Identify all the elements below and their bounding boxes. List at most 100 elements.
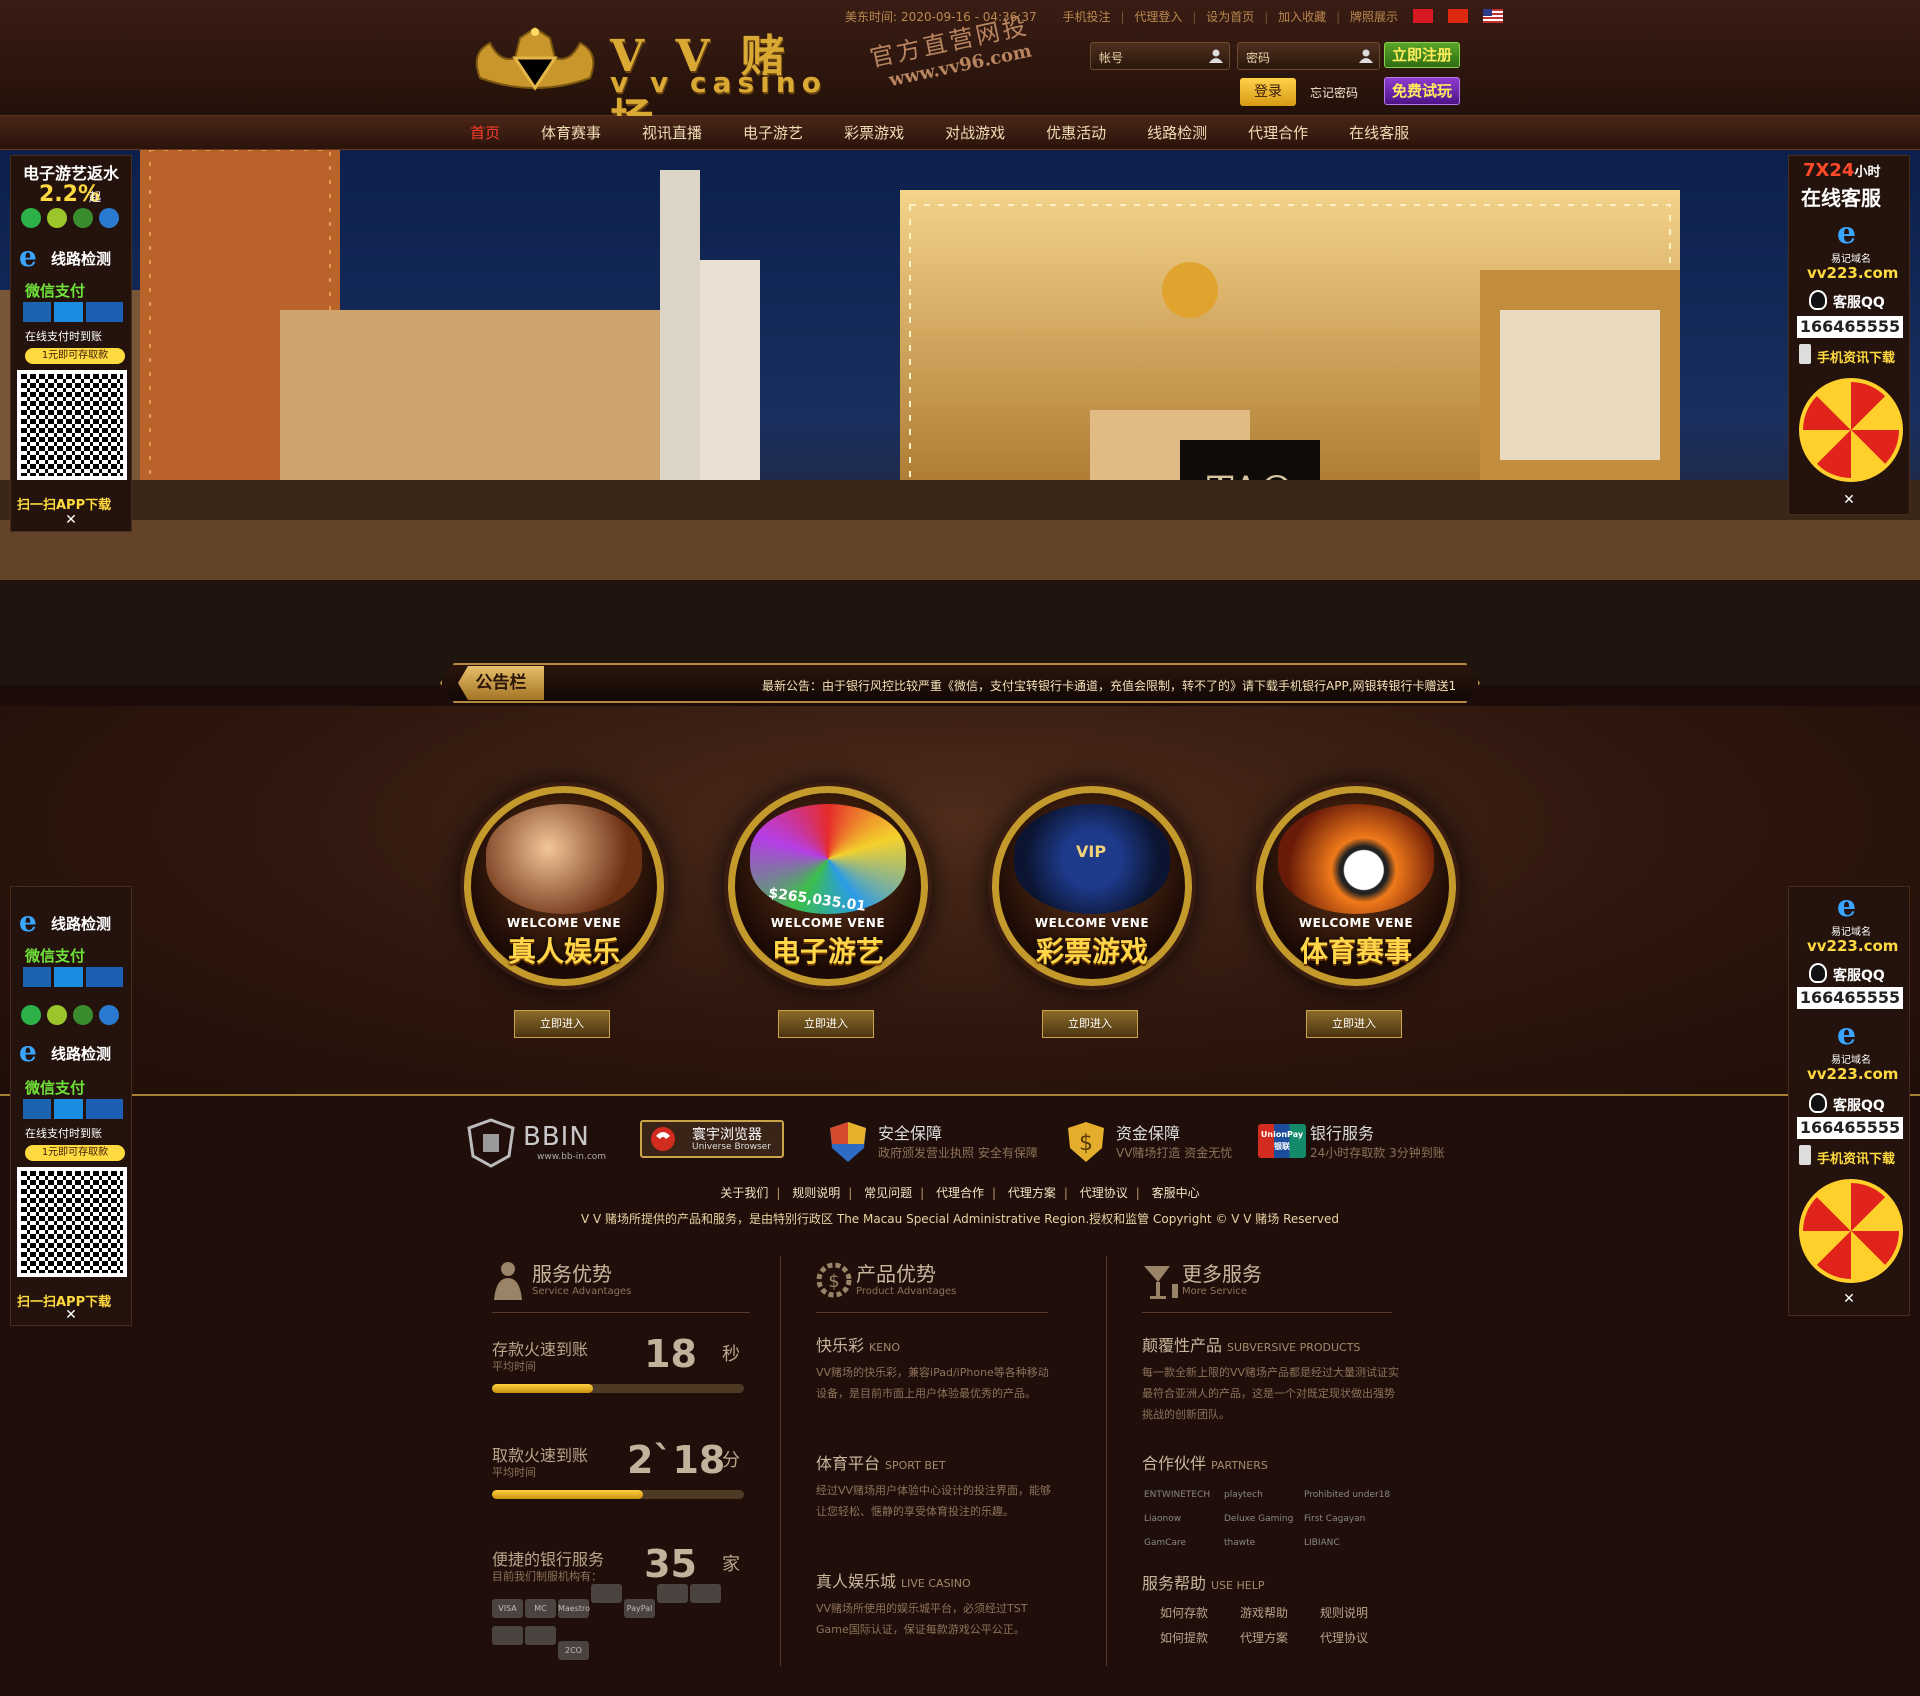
site-domain-link[interactable]: e 易记域名 vv223.com bbox=[1801, 1017, 1901, 1087]
footer-link-agent[interactable]: 代理合作 bbox=[936, 1186, 984, 1200]
wechat-pay-label[interactable]: 微信支付 bbox=[25, 280, 85, 301]
subversive-products: 颠覆性产品 SUBVERSIVE PRODUCTS 每一款全新上限的VV赌场产品都… bbox=[1142, 1332, 1402, 1425]
universe-browser-logo[interactable]: 寰宇浏览器 Universe Browser bbox=[640, 1120, 784, 1158]
nav-item-sports[interactable]: 体育赛事 bbox=[541, 116, 601, 152]
copyright-text: V V 赌场所提供的产品和服务，是由特别行政区 The Macau Specia… bbox=[581, 1212, 1339, 1226]
nav-item-support[interactable]: 在线客服 bbox=[1349, 116, 1409, 152]
gear-dollar-icon: $ bbox=[816, 1262, 852, 1298]
mobile-download-link[interactable]: 手机资讯下载 bbox=[1799, 344, 1905, 366]
qq-penguin-icon bbox=[1809, 963, 1827, 983]
game-card-live[interactable]: WELCOME VENE 真人娱乐 bbox=[464, 786, 664, 986]
login-button[interactable]: 登录 bbox=[1240, 78, 1296, 106]
online-support-title: 在线客服 bbox=[1801, 186, 1881, 210]
game-title: 彩票游戏 bbox=[1035, 935, 1148, 968]
nav-item-home[interactable]: 首页 bbox=[470, 116, 501, 152]
enter-button-lottery[interactable]: 立即进入 bbox=[1042, 1010, 1138, 1038]
forgot-password-link[interactable]: 忘记密码 bbox=[1310, 84, 1358, 101]
wechat-pay-label[interactable]: 微信支付 bbox=[25, 1077, 85, 1098]
feature-desc: 政府颁发营业执照 安全有保障 bbox=[878, 1146, 1038, 1160]
free-trial-button[interactable]: 免费试玩 bbox=[1384, 77, 1460, 105]
enter-button-sports[interactable]: 立即进入 bbox=[1306, 1010, 1402, 1038]
hk-flag-icon[interactable] bbox=[1412, 9, 1433, 23]
nav-item-lottery[interactable]: 彩票游戏 bbox=[844, 116, 904, 152]
notice-text[interactable]: 最新公告：由于银行风控比较严重《微信，支付宝转银行卡通道，充值会限制，转不了的》… bbox=[762, 677, 1456, 694]
left-float-panel: 电子游艺返水 2.2% 起 e 线路检测 微信支付 在线支付时到账 1元即可存取… bbox=[10, 155, 132, 532]
enter-button-slots[interactable]: 立即进入 bbox=[778, 1010, 874, 1038]
game-card-slots[interactable]: $265,035.01 WELCOME VENE 电子游艺 bbox=[728, 786, 928, 986]
game-card-sports[interactable]: WELCOME VENE 体育赛事 bbox=[1256, 786, 1456, 986]
site-domain: vv223.com bbox=[1807, 1065, 1899, 1083]
dollar-shield-icon: $ bbox=[1068, 1122, 1104, 1162]
account-input[interactable]: 帐号 bbox=[1090, 42, 1230, 70]
partner-logo: thawte bbox=[1224, 1538, 1256, 1548]
line-check-link[interactable]: e 线路检测 bbox=[19, 905, 125, 938]
provider-icon bbox=[73, 1005, 93, 1025]
help-link-withdraw[interactable]: 如何提款 bbox=[1160, 1629, 1240, 1646]
cn-flag-icon[interactable] bbox=[1447, 9, 1468, 23]
provider-icons bbox=[21, 208, 125, 230]
top-link-bookmark[interactable]: 加入收藏 bbox=[1278, 10, 1326, 24]
nav-item-agent[interactable]: 代理合作 bbox=[1248, 116, 1308, 152]
footer-link-support[interactable]: 客服中心 bbox=[1152, 1186, 1200, 1200]
close-icon[interactable]: ✕ bbox=[1789, 1291, 1909, 1307]
game-card-lottery[interactable]: VIP WELCOME VENE 彩票游戏 bbox=[992, 786, 1192, 986]
provider-icon bbox=[47, 1005, 67, 1025]
close-icon[interactable]: ✕ bbox=[1789, 492, 1909, 508]
password-input[interactable]: 密码 bbox=[1237, 42, 1380, 70]
site-domain-link[interactable]: e 易记域名 vv223.com bbox=[1801, 889, 1901, 959]
footer-link-agent-plan[interactable]: 代理方案 bbox=[1008, 1186, 1056, 1200]
help-link-rules[interactable]: 规则说明 bbox=[1320, 1604, 1400, 1621]
mobile-download-link[interactable]: 手机资讯下载 bbox=[1799, 1145, 1905, 1167]
top-link-set-home[interactable]: 设为首页 bbox=[1206, 10, 1254, 24]
line-check-link[interactable]: e 线路检测 bbox=[19, 240, 125, 273]
close-icon[interactable]: ✕ bbox=[11, 1307, 131, 1323]
notice-label: 公告栏 bbox=[458, 666, 544, 700]
site-logo[interactable]: V V 赌场 v v casino bbox=[460, 18, 830, 146]
register-button[interactable]: 立即注册 bbox=[1384, 42, 1460, 68]
close-icon[interactable]: ✕ bbox=[11, 512, 131, 528]
left-float-panel: e 线路检测 微信支付 e 线路检测 微信支付 在线支付时到账 1元即可存取款 … bbox=[10, 886, 132, 1326]
nav-item-live[interactable]: 视讯直播 bbox=[642, 116, 702, 152]
nav-item-battle[interactable]: 对战游戏 bbox=[945, 116, 1005, 152]
stat-value: 18 bbox=[644, 1332, 697, 1376]
partners-title-cn: 合作伙伴 bbox=[1142, 1454, 1207, 1473]
site-domain-link[interactable]: e 易记域名 vv223.com bbox=[1801, 216, 1901, 286]
feature-desc: VV赌场打造 资金无忧 bbox=[1116, 1146, 1233, 1160]
qq-support[interactable]: 客服QQ bbox=[1809, 290, 1905, 312]
us-flag-icon[interactable] bbox=[1482, 9, 1503, 23]
top-link-license[interactable]: 牌照展示 bbox=[1350, 10, 1398, 24]
progress-bar bbox=[492, 1384, 744, 1393]
nav-item-line-check[interactable]: 线路检测 bbox=[1147, 116, 1207, 152]
lucky-wheel-icon[interactable] bbox=[1799, 378, 1903, 482]
visa-icon: VISA bbox=[492, 1599, 523, 1618]
help-link-game-help[interactable]: 游戏帮助 bbox=[1240, 1604, 1320, 1621]
nav-item-slots[interactable]: 电子游艺 bbox=[743, 116, 803, 152]
help-link-deposit[interactable]: 如何存款 bbox=[1160, 1604, 1240, 1621]
more-title-cn: 颠覆性产品 bbox=[1142, 1336, 1223, 1355]
line-check-link[interactable]: e 线路检测 bbox=[19, 1035, 125, 1068]
partner-logo: Prohibited under18 bbox=[1304, 1490, 1391, 1500]
notice-board: 公告栏 最新公告：由于银行风控比较严重《微信，支付宝转银行卡通道，充值会限制，转… bbox=[440, 660, 1480, 706]
help-link-agent-agreement[interactable]: 代理协议 bbox=[1320, 1629, 1400, 1646]
footer-link-rules[interactable]: 规则说明 bbox=[792, 1186, 840, 1200]
bbin-logo[interactable]: BBIN www.bb-in.com bbox=[465, 1118, 606, 1168]
enter-button-live[interactable]: 立即进入 bbox=[514, 1010, 610, 1038]
service-hours-suffix: 小时 bbox=[1854, 165, 1881, 180]
footer-link-faq[interactable]: 常见问题 bbox=[864, 1186, 912, 1200]
qq-support[interactable]: 客服QQ bbox=[1809, 963, 1905, 985]
qq-support[interactable]: 客服QQ bbox=[1809, 1093, 1905, 1115]
help-link-agent-plan[interactable]: 代理方案 bbox=[1240, 1629, 1320, 1646]
top-links-bar: 美东时间: 2020-09-16 - 04:36:37 手机投注 | 代理登入 | 设… bbox=[845, 8, 1507, 25]
wechat-pay-label[interactable]: 微信支付 bbox=[25, 945, 85, 966]
column-title: 产品优势 bbox=[856, 1262, 936, 1286]
top-link-mobile-bet[interactable]: 手机投注 bbox=[1062, 10, 1110, 24]
separator: | bbox=[1264, 10, 1269, 24]
provider-icon bbox=[21, 1005, 41, 1025]
product-title-en: SPORT BET bbox=[885, 1459, 946, 1472]
top-link-agent-login[interactable]: 代理登入 bbox=[1134, 10, 1182, 24]
footer-link-agent-agreement[interactable]: 代理协议 bbox=[1080, 1186, 1128, 1200]
separator: | bbox=[992, 1186, 997, 1200]
footer-link-about[interactable]: 关于我们 bbox=[720, 1186, 768, 1200]
nav-item-promotions[interactable]: 优惠活动 bbox=[1046, 116, 1106, 152]
lucky-wheel-icon[interactable] bbox=[1799, 1179, 1903, 1283]
